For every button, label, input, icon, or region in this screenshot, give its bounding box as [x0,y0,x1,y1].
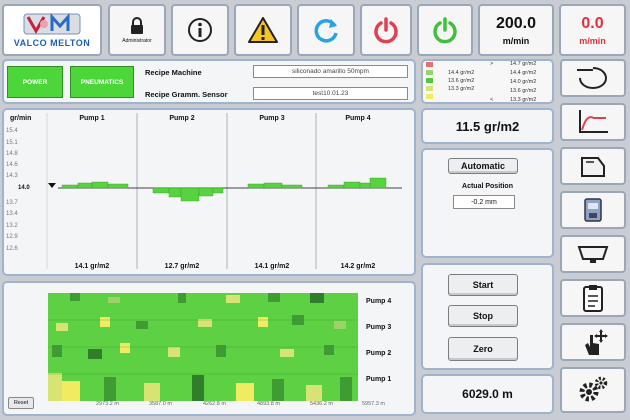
sidebar-item-nozzle-tray[interactable] [560,235,626,273]
legend-sign-high: > [490,61,494,67]
refresh-button[interactable] [297,4,355,56]
actual-position-field: -0.2 mm [453,195,515,209]
pump-2-value: 12.7 gr/m2 [164,263,200,270]
line-speed-display: 200.0 m/min [478,4,554,56]
legend-swatch-ok [426,78,433,83]
sidebar-item-settings[interactable] [560,367,626,413]
heatmap-x-label-2: 3587.0 m [149,401,172,407]
stop-button[interactable]: Stop [448,305,518,327]
pump-2-title: Pump 2 [169,115,195,122]
zero-button[interactable]: Zero [448,337,518,361]
distance-value: 6029.0 m [462,387,513,401]
info-icon [188,18,212,42]
sidebar-item-ramp-chart[interactable] [560,103,626,141]
pump-3-bars [247,182,303,189]
pump-4-value: 14.2 gr/m2 [340,263,376,270]
legend-swatch-low [426,94,433,99]
pump-4-bars [327,177,387,189]
user-role-label: Administrator [122,37,152,44]
power-off-icon [374,17,398,44]
pump-1-bars [61,181,129,189]
user-button[interactable]: Administrator [108,4,166,56]
legend-row-from-3: 13.6 gr/m2 [448,78,475,84]
heatmap-label-pump-3: Pump 3 [366,324,392,331]
legend-swatch-lower [426,86,433,91]
line-speed-unit: m/min [502,35,530,46]
applicator-speed-unit: m/min [579,35,606,46]
sidebar-item-dosing-curve[interactable] [560,59,626,97]
pump-1-value: 14.1 gr/m2 [74,263,110,270]
pump-2-bars [152,187,224,202]
reference-marker-icon [48,183,56,188]
recipe-gramm-sensor-label: Recipe Gramm. Sensor [145,90,228,99]
legend-row-value-1: 14.7 gr/m2 [510,61,537,67]
pump-3-value: 14.1 gr/m2 [254,263,290,270]
legend-row-from-2: 14.4 gr/m2 [448,70,475,76]
pump-4-title: Pump 4 [345,115,371,122]
warning-icon [248,17,278,43]
actual-position-label: Actual Position [462,183,513,190]
nozzle-tray-icon [577,246,609,263]
pump-heatmap [48,293,358,401]
sidebar-item-applicator-head[interactable] [560,147,626,185]
user-lock-icon [131,16,143,34]
heatmap-x-label-5: 5436.2 m [310,401,333,407]
legend-row-value-2: 14.4 gr/m2 [510,70,537,76]
average-weight-display: 11.5 gr/m2 [421,108,554,144]
legend-swatch-high [426,62,433,67]
touch-move-icon [585,329,608,355]
power-on-icon [433,17,457,44]
pumps-bar-chart [46,113,402,269]
dosing-curve-icon [577,67,608,90]
valco-melton-logo: VALCO MELTON [2,4,102,56]
pump-3-title: Pump 3 [259,115,285,122]
distance-display: 6029.0 m [421,374,554,414]
recipe-gramm-sensor-field[interactable]: test10.01.23 [253,87,408,100]
heatmap-label-pump-1: Pump 1 [366,376,392,383]
legend-sign-low: < [490,97,494,103]
heatmap-x-label-1: 2973.2 m [96,401,119,407]
power-toggle-button[interactable]: POWER [7,66,63,98]
logo-emblem-icon [23,13,81,35]
settings-gears-icon [579,376,608,402]
heatmap-reset-button[interactable]: Reset [8,397,34,409]
sidebar-item-pump-unit[interactable] [560,191,626,229]
legend-row-value-5: 13.3 gr/m2 [510,97,537,103]
legend-row-value-4: 13.6 gr/m2 [510,88,537,94]
applicator-speed-value: 0.0 [581,14,604,32]
heatmap-x-label-3: 4262.8 m [203,401,226,407]
applicator-head-icon [581,157,605,177]
line-speed-value: 200.0 [495,14,537,32]
legend-row-value-3: 14.0 gr/m2 [510,79,537,85]
recipe-machine-label: Recipe Machine [145,68,202,77]
heatmap-label-pump-2: Pump 2 [366,350,392,357]
power-off-button[interactable] [360,4,412,56]
heatmap-x-label-4: 4893.8 m [257,401,280,407]
logo-text: VALCO MELTON [13,38,91,48]
legend-row-from-4: 13.3 gr/m2 [448,86,475,92]
pneumatics-toggle-button[interactable]: PNEUMATICS [70,66,134,98]
applicator-speed-display: 0.0 m/min [559,4,626,56]
clipboard-icon [583,285,603,312]
start-button[interactable]: Start [448,274,518,296]
legend-swatch-upper [426,70,433,75]
info-button[interactable] [171,4,229,56]
pump-unit-icon [584,198,602,222]
sidebar-item-clipboard-report[interactable] [560,279,626,317]
power-on-button[interactable] [417,4,473,56]
sidebar-item-touch-move[interactable] [560,323,626,361]
recipe-machine-field[interactable]: siliconado amarillo 50mpm [253,65,408,78]
heatmap-label-pump-4: Pump 4 [366,298,392,305]
automatic-mode-button[interactable]: Automatic [448,158,518,174]
heatmap-x-label-6: 5957.3 m [362,401,385,407]
refresh-icon [314,19,338,43]
alarm-button[interactable] [234,4,292,56]
average-weight-value: 11.5 gr/m2 [455,118,520,134]
pump-1-title: Pump 1 [79,115,105,122]
ramp-chart-icon [579,110,608,133]
